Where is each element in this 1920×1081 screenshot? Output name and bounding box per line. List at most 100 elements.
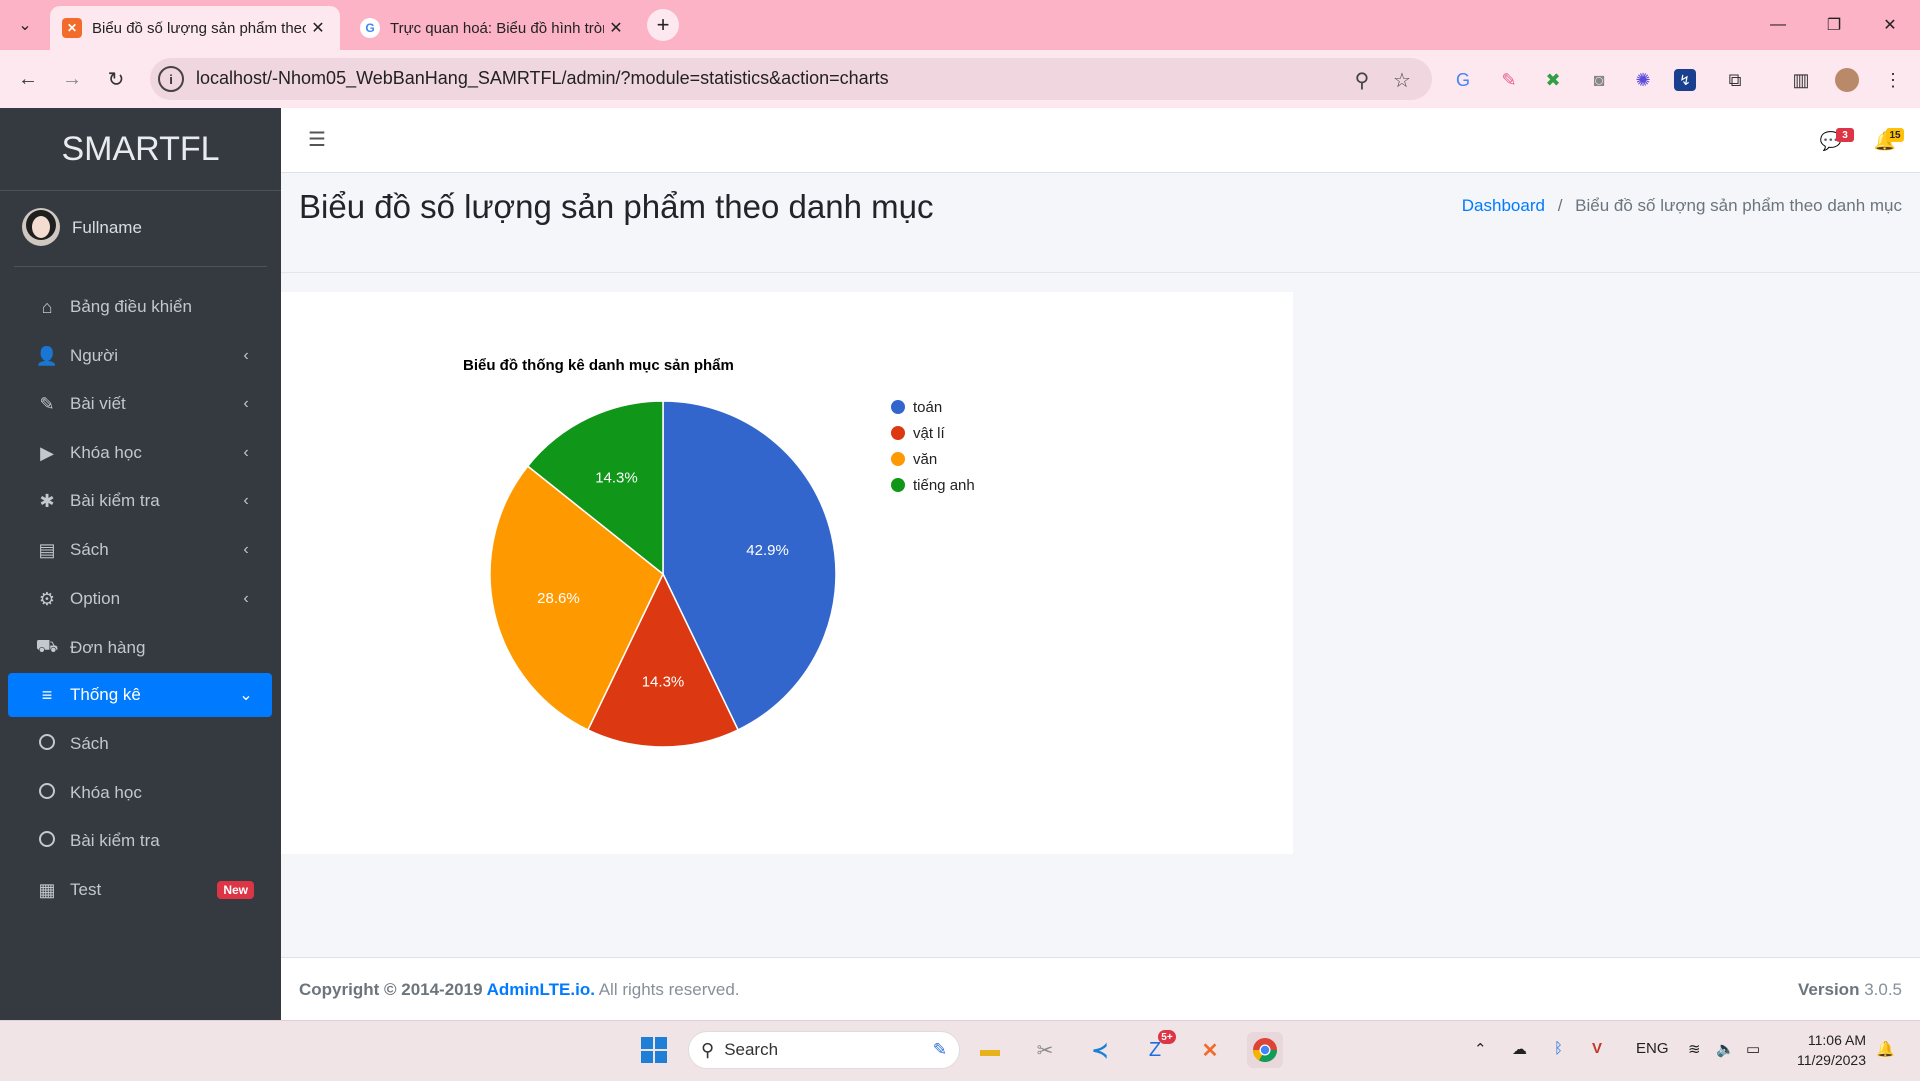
tab-close-icon[interactable]: ✕	[604, 18, 628, 38]
circle-icon	[32, 782, 62, 804]
xampp-icon[interactable]: ✕	[1192, 1032, 1228, 1068]
slice-label-3: 14.3%	[595, 469, 638, 486]
wifi-icon[interactable]: ≋	[1688, 1040, 1701, 1058]
search-label: Search	[724, 1040, 779, 1059]
brand-logo[interactable]: SMARTFL	[0, 108, 281, 191]
new-badge: New	[217, 881, 254, 899]
sidebar-item-orders[interactable]: ⛟ Đơn hàng	[8, 626, 272, 670]
pie-chart: Biểu đồ thống kê danh mục sản phẩm 42.9%…	[463, 357, 975, 748]
tab-title: Trực quan hoá: Biểu đồ hình tròn	[390, 19, 604, 37]
legend-label-2[interactable]: văn	[913, 451, 937, 468]
antivirus-icon[interactable]: V	[1592, 1040, 1602, 1057]
legend-swatch-3[interactable]	[891, 478, 905, 492]
hamburger-menu-icon[interactable]: ☰	[304, 126, 330, 152]
divider	[281, 272, 1920, 273]
sidebar-item-statistics[interactable]: ≡ Thống kê ⌄	[8, 673, 272, 717]
chrome-icon[interactable]	[1247, 1032, 1283, 1068]
vscode-icon[interactable]: ≺	[1082, 1032, 1118, 1068]
browser-tab-active[interactable]: ✕ Biểu đồ số lượng sản phẩm theo danh mụ…	[50, 6, 340, 50]
sidebar-item-option[interactable]: ⚙ Option ‹	[8, 577, 272, 621]
home-icon: ⌂	[41, 296, 53, 317]
profile-avatar-icon[interactable]	[1832, 65, 1862, 95]
tab-search-chevron-icon[interactable]: ⌄	[8, 8, 42, 42]
sidebar-subitem-tests[interactable]: Bài kiểm tra	[8, 819, 272, 863]
bluetooth-icon[interactable]: ᛒ	[1554, 1040, 1563, 1057]
language-indicator[interactable]: ENG	[1636, 1040, 1669, 1057]
camera-extension-icon[interactable]: ◙	[1584, 65, 1614, 95]
adminlte-link[interactable]: AdminLTE.io.	[487, 980, 595, 999]
sidebar-item-tests[interactable]: ✱ Bài kiểm tra ‹	[8, 479, 272, 523]
divider	[14, 266, 267, 267]
browser-tab[interactable]: G Trực quan hoá: Biểu đồ hình tròn ✕	[348, 6, 638, 50]
site-info-icon[interactable]: i	[158, 66, 184, 92]
sidebar-item-posts[interactable]: ✎ Bài viết ‹	[8, 382, 272, 426]
restore-window-icon[interactable]: ❐	[1814, 10, 1854, 40]
clock-time: 11:06 AM	[1807, 1032, 1866, 1048]
minimize-window-icon[interactable]: —	[1758, 10, 1798, 40]
reload-icon[interactable]: ↻	[100, 63, 132, 95]
breadcrumb-dashboard-link[interactable]: Dashboard	[1462, 196, 1545, 215]
windows-start-icon[interactable]	[636, 1032, 672, 1068]
color-picker-extension-icon[interactable]: ✎	[1494, 65, 1524, 95]
video-icon: ▶	[40, 442, 54, 463]
zoom-icon[interactable]: ⚲	[1348, 66, 1376, 94]
url-text[interactable]: localhost/-Nhom05_WebBanHang_SAMRTFL/adm…	[196, 68, 889, 89]
link-extension-icon[interactable]: ↯	[1674, 69, 1696, 91]
forward-arrow-icon[interactable]: →	[56, 63, 88, 95]
tool-extension-icon[interactable]: ✖	[1538, 65, 1568, 95]
file-explorer-icon[interactable]: ▬	[972, 1032, 1008, 1068]
version-label: Version	[1798, 980, 1860, 999]
onedrive-icon[interactable]: ☁	[1512, 1040, 1527, 1058]
browser-menu-icon[interactable]: ⋮	[1878, 65, 1908, 95]
copyright: Copyright © 2014-2019 AdminLTE.io. All r…	[299, 980, 740, 1000]
messages-badge: 3	[1836, 128, 1854, 142]
chevron-left-icon: ‹	[243, 444, 249, 461]
search-icon: ⚲	[701, 1039, 715, 1060]
google-favicon-icon: G	[360, 18, 380, 38]
bug-icon: ✱	[39, 490, 55, 511]
grid-icon: ▦	[38, 879, 56, 900]
battery-icon[interactable]: ▭	[1746, 1040, 1760, 1058]
legend-label-3[interactable]: tiếng anh	[913, 477, 975, 494]
notification-bell-icon[interactable]: 🔔	[1876, 1040, 1895, 1058]
tab-title: Biểu đồ số lượng sản phẩm theo danh mục	[92, 19, 306, 37]
gear-extension-icon[interactable]: ✺	[1628, 65, 1658, 95]
sidebar-item-label: Option	[70, 589, 121, 608]
user-name[interactable]: Fullname	[72, 218, 142, 238]
circle-icon	[32, 830, 62, 852]
sidebar-item-label: Khóa học	[70, 783, 142, 802]
snipping-tool-icon[interactable]: ✂	[1027, 1032, 1063, 1068]
chart-card: Biểu đồ thống kê danh mục sản phẩm 42.9%…	[281, 292, 1293, 854]
translate-extension-icon[interactable]: G	[1448, 65, 1478, 95]
sidebar-item-dashboard[interactable]: ⌂ Bảng điều khiển	[8, 285, 272, 329]
bookmark-star-icon[interactable]: ☆	[1388, 66, 1416, 94]
sidebar-item-books[interactable]: ▤ Sách ‹	[8, 528, 272, 572]
version: Version 3.0.5	[1798, 980, 1902, 1000]
legend-swatch-2[interactable]	[891, 452, 905, 466]
tray-chevron-icon[interactable]: ⌃	[1474, 1040, 1487, 1058]
slice-label-1: 14.3%	[642, 673, 685, 690]
sidebar-item-label: Bài kiểm tra	[70, 491, 160, 510]
breadcrumb-separator: /	[1557, 196, 1563, 215]
sidebar-subitem-books[interactable]: Sách	[8, 722, 272, 766]
sidebar-subitem-courses[interactable]: Khóa học	[8, 771, 272, 815]
side-panel-icon[interactable]: ▥	[1786, 65, 1816, 95]
legend-swatch-1[interactable]	[891, 426, 905, 440]
sidebar-item-test[interactable]: ▦ Test New	[8, 868, 272, 912]
volume-icon[interactable]: 🔈	[1716, 1040, 1735, 1058]
legend-label-1[interactable]: vật lí	[913, 425, 946, 442]
extensions-puzzle-icon[interactable]: ⧉	[1720, 65, 1750, 95]
user-avatar[interactable]	[22, 208, 60, 246]
sidebar-item-users[interactable]: 👤 Người ‹	[8, 334, 272, 378]
tab-close-icon[interactable]: ✕	[306, 18, 330, 38]
close-window-icon[interactable]: ✕	[1870, 10, 1910, 40]
sidebar-item-label: Khóa học	[70, 443, 142, 462]
sidebar-item-label: Test	[70, 880, 102, 899]
back-arrow-icon[interactable]: ←	[12, 63, 44, 95]
sidebar-item-courses[interactable]: ▶ Khóa học ‹	[8, 431, 272, 475]
clock[interactable]: 11:06 AM 11/29/2023	[1797, 1030, 1866, 1070]
taskbar-search[interactable]: ⚲ Search ✎	[688, 1031, 960, 1069]
new-tab-button[interactable]: +	[647, 9, 679, 41]
legend-label-0[interactable]: toán	[913, 399, 942, 416]
legend-swatch-0[interactable]	[891, 400, 905, 414]
